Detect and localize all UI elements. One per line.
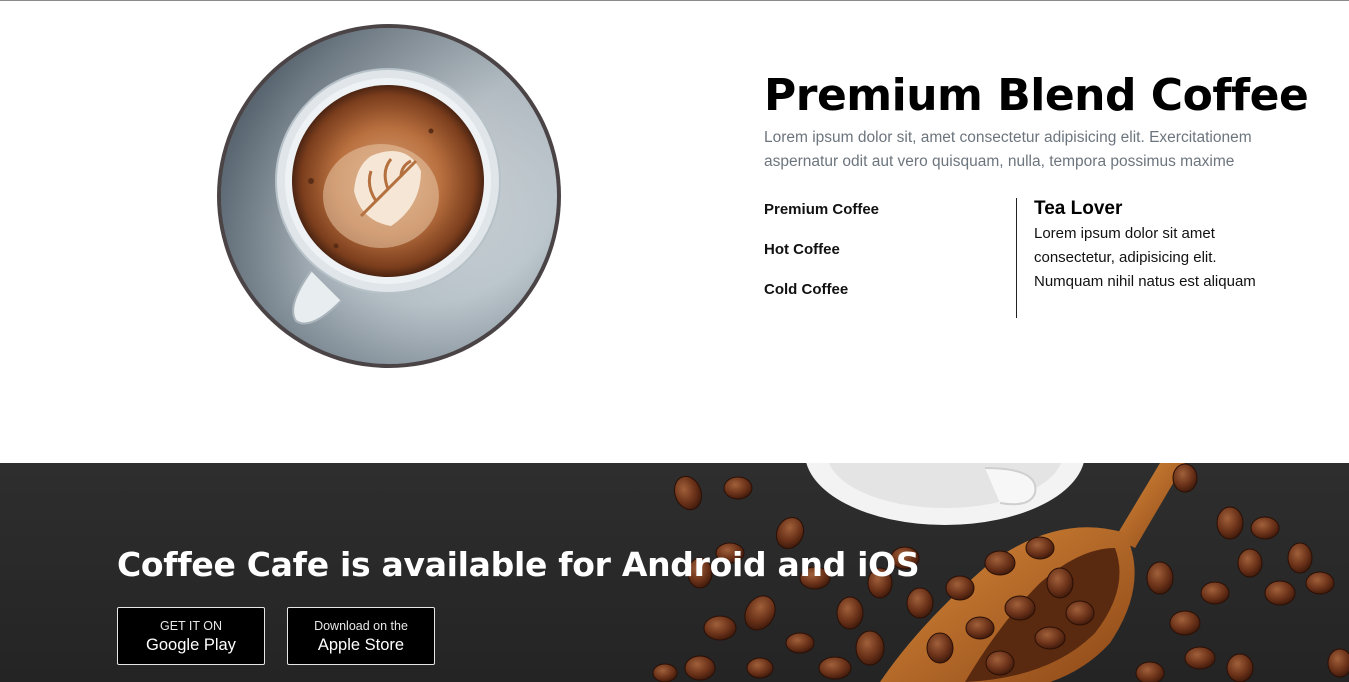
google-play-label: Google Play [146,636,236,654]
menu-item-cold-coffee[interactable]: Cold Coffee [764,278,879,318]
google-play-button[interactable]: GET IT ON Google Play [117,607,265,665]
hero-section: Premium Blend Coffee Lorem ipsum dolor s… [0,1,1349,463]
menu-item-hot-coffee[interactable]: Hot Coffee [764,238,879,278]
apple-store-button[interactable]: Download on the Apple Store [287,607,435,665]
coffee-menu: Premium Coffee Hot Coffee Cold Coffee [764,198,879,318]
hero-description: Lorem ipsum dolor sit, amet consectetur … [764,129,1252,170]
apple-store-small-text: Download on the [314,619,408,633]
google-play-small-text: GET IT ON [159,619,223,633]
coffee-cup-image [216,21,563,371]
apple-store-label: Apple Store [317,636,405,654]
menu-item-premium-coffee[interactable]: Premium Coffee [764,198,879,238]
tea-lover-text: Lorem ipsum dolor sit amet consectetur, … [1034,225,1256,290]
vertical-divider [1016,198,1017,318]
banner-title: Coffee Cafe is available for Android and… [117,545,920,584]
app-download-banner: Coffee Cafe is available for Android and… [0,463,1349,682]
hero-title: Premium Blend Coffee [764,70,1309,121]
tea-lover-title: Tea Lover [1034,198,1123,219]
